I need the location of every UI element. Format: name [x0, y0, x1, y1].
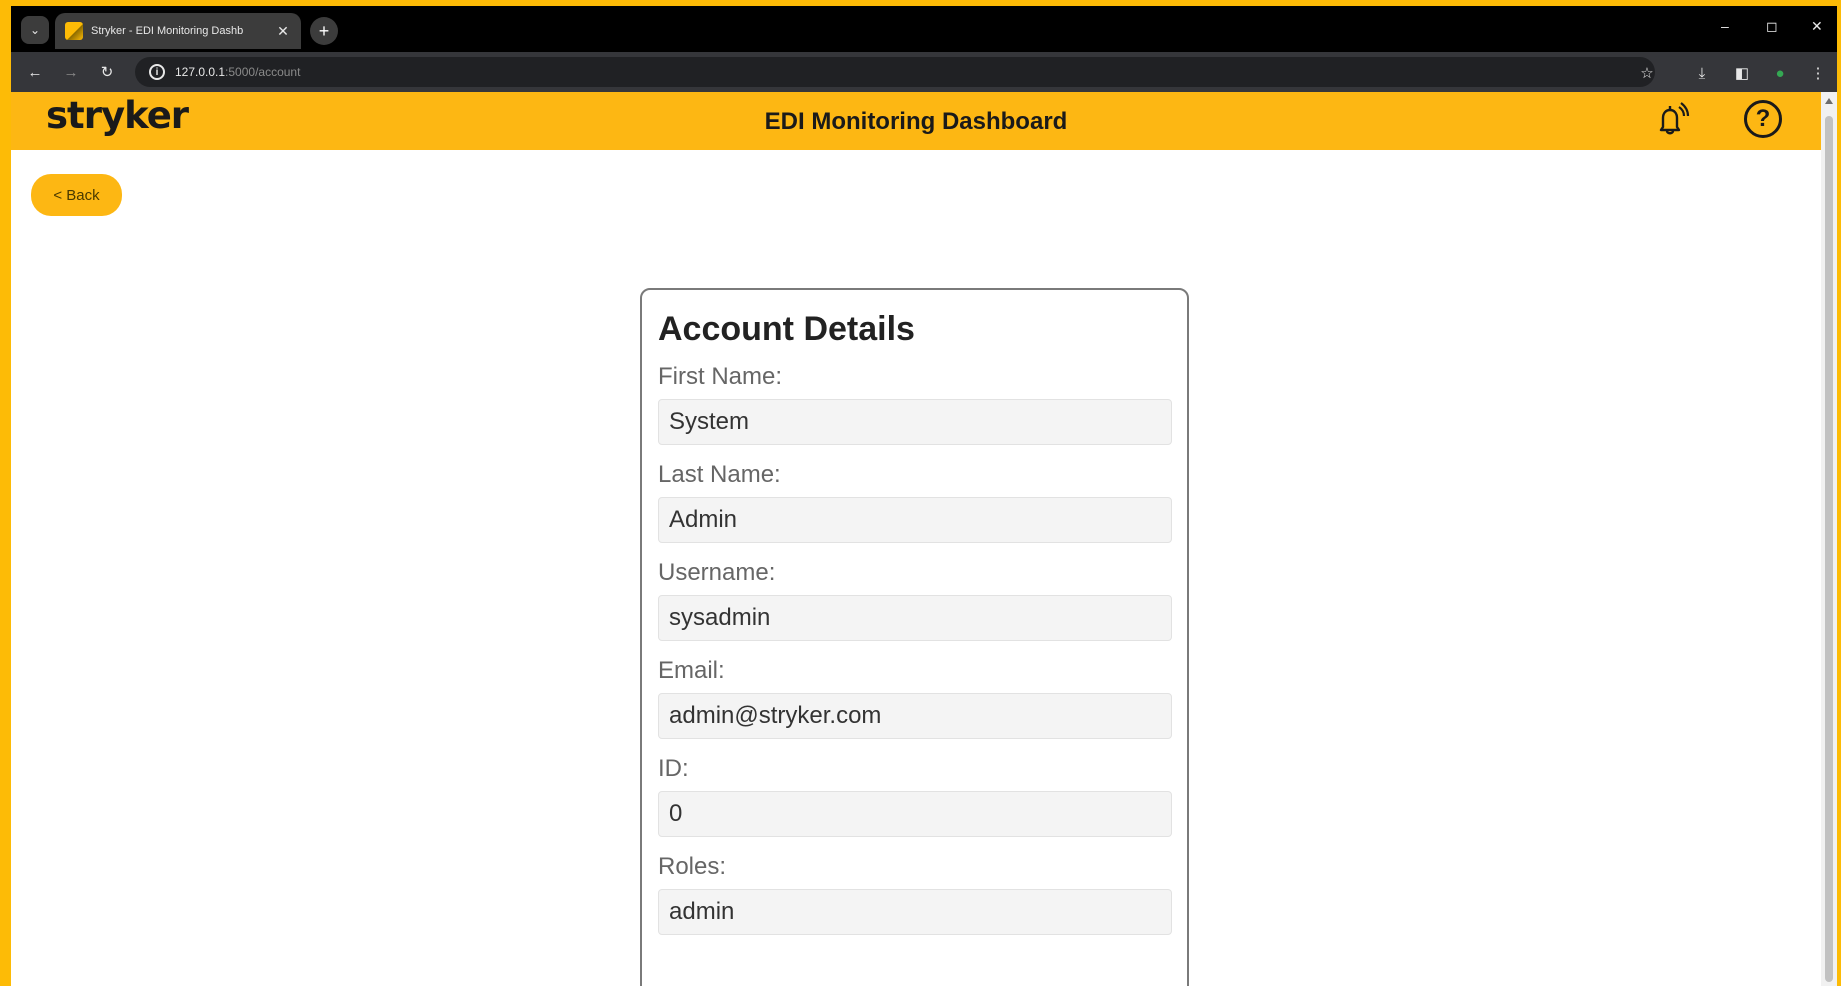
- app-header: stryker EDI Monitoring Dashboard ?: [11, 92, 1821, 150]
- card-title: Account Details: [658, 310, 915, 348]
- roles-label: Roles:: [658, 853, 727, 880]
- browser-window: ⌄ Stryker - EDI Monitoring Dashb ✕ + – ◻…: [11, 6, 1837, 986]
- browser-toolbar: ← → ↻ i 127.0.0.1:5000/account ☆ ⤓ ◧ ● ⋮: [11, 52, 1837, 92]
- minimize-icon[interactable]: –: [1721, 18, 1729, 34]
- site-info-icon[interactable]: i: [149, 64, 165, 80]
- back-button[interactable]: < Back: [31, 174, 122, 216]
- browser-tab[interactable]: Stryker - EDI Monitoring Dashb ✕: [55, 13, 301, 49]
- download-icon[interactable]: ⤓: [1691, 62, 1713, 84]
- page-viewport: stryker EDI Monitoring Dashboard ? < Bac…: [11, 92, 1821, 986]
- url-host: 127.0.0.1: [175, 65, 226, 79]
- stryker-favicon-icon: [65, 22, 83, 40]
- roles-field[interactable]: admin: [658, 889, 1172, 935]
- tab-search-chevron-icon[interactable]: ⌄: [21, 16, 49, 44]
- menu-kebab-icon[interactable]: ⋮: [1807, 62, 1829, 84]
- account-details-card: Account Details First Name: System Last …: [640, 288, 1189, 986]
- last-name-field[interactable]: Admin: [658, 497, 1172, 543]
- scroll-up-arrow-icon[interactable]: [1825, 98, 1833, 104]
- first-name-field[interactable]: System: [658, 399, 1172, 445]
- restore-icon[interactable]: ◻: [1766, 18, 1778, 35]
- tab-strip: ⌄ Stryker - EDI Monitoring Dashb ✕ + – ◻…: [11, 6, 1837, 52]
- address-bar[interactable]: i 127.0.0.1:5000/account: [135, 57, 1655, 87]
- bookmark-star-icon[interactable]: ☆: [1636, 62, 1658, 84]
- back-arrow-icon[interactable]: ←: [23, 60, 47, 84]
- help-circle-icon[interactable]: ?: [1744, 100, 1782, 138]
- reload-icon[interactable]: ↻: [95, 60, 119, 84]
- first-name-label: First Name:: [658, 363, 783, 390]
- window-close-icon[interactable]: ✕: [1811, 18, 1823, 35]
- tab-close-icon[interactable]: ✕: [275, 23, 291, 40]
- id-label: ID:: [658, 755, 689, 782]
- username-field[interactable]: sysadmin: [658, 595, 1172, 641]
- last-name-label: Last Name:: [658, 461, 781, 488]
- page-title: EDI Monitoring Dashboard: [764, 108, 1068, 135]
- side-panel-icon[interactable]: ◧: [1731, 62, 1753, 84]
- username-label: Username:: [658, 559, 776, 586]
- email-field[interactable]: admin@stryker.com: [658, 693, 1172, 739]
- id-field[interactable]: 0: [658, 791, 1172, 837]
- tab-title: Stryker - EDI Monitoring Dashb: [91, 25, 244, 37]
- email-label: Email:: [658, 657, 725, 684]
- scroll-thumb[interactable]: [1825, 116, 1833, 982]
- new-tab-plus-icon[interactable]: +: [310, 17, 338, 45]
- vertical-scrollbar[interactable]: [1821, 92, 1837, 986]
- forward-arrow-icon[interactable]: →: [59, 60, 83, 84]
- bell-ringing-icon[interactable]: [1651, 100, 1691, 140]
- url-path: :5000/account: [225, 65, 301, 79]
- extension-icon[interactable]: ●: [1769, 62, 1791, 84]
